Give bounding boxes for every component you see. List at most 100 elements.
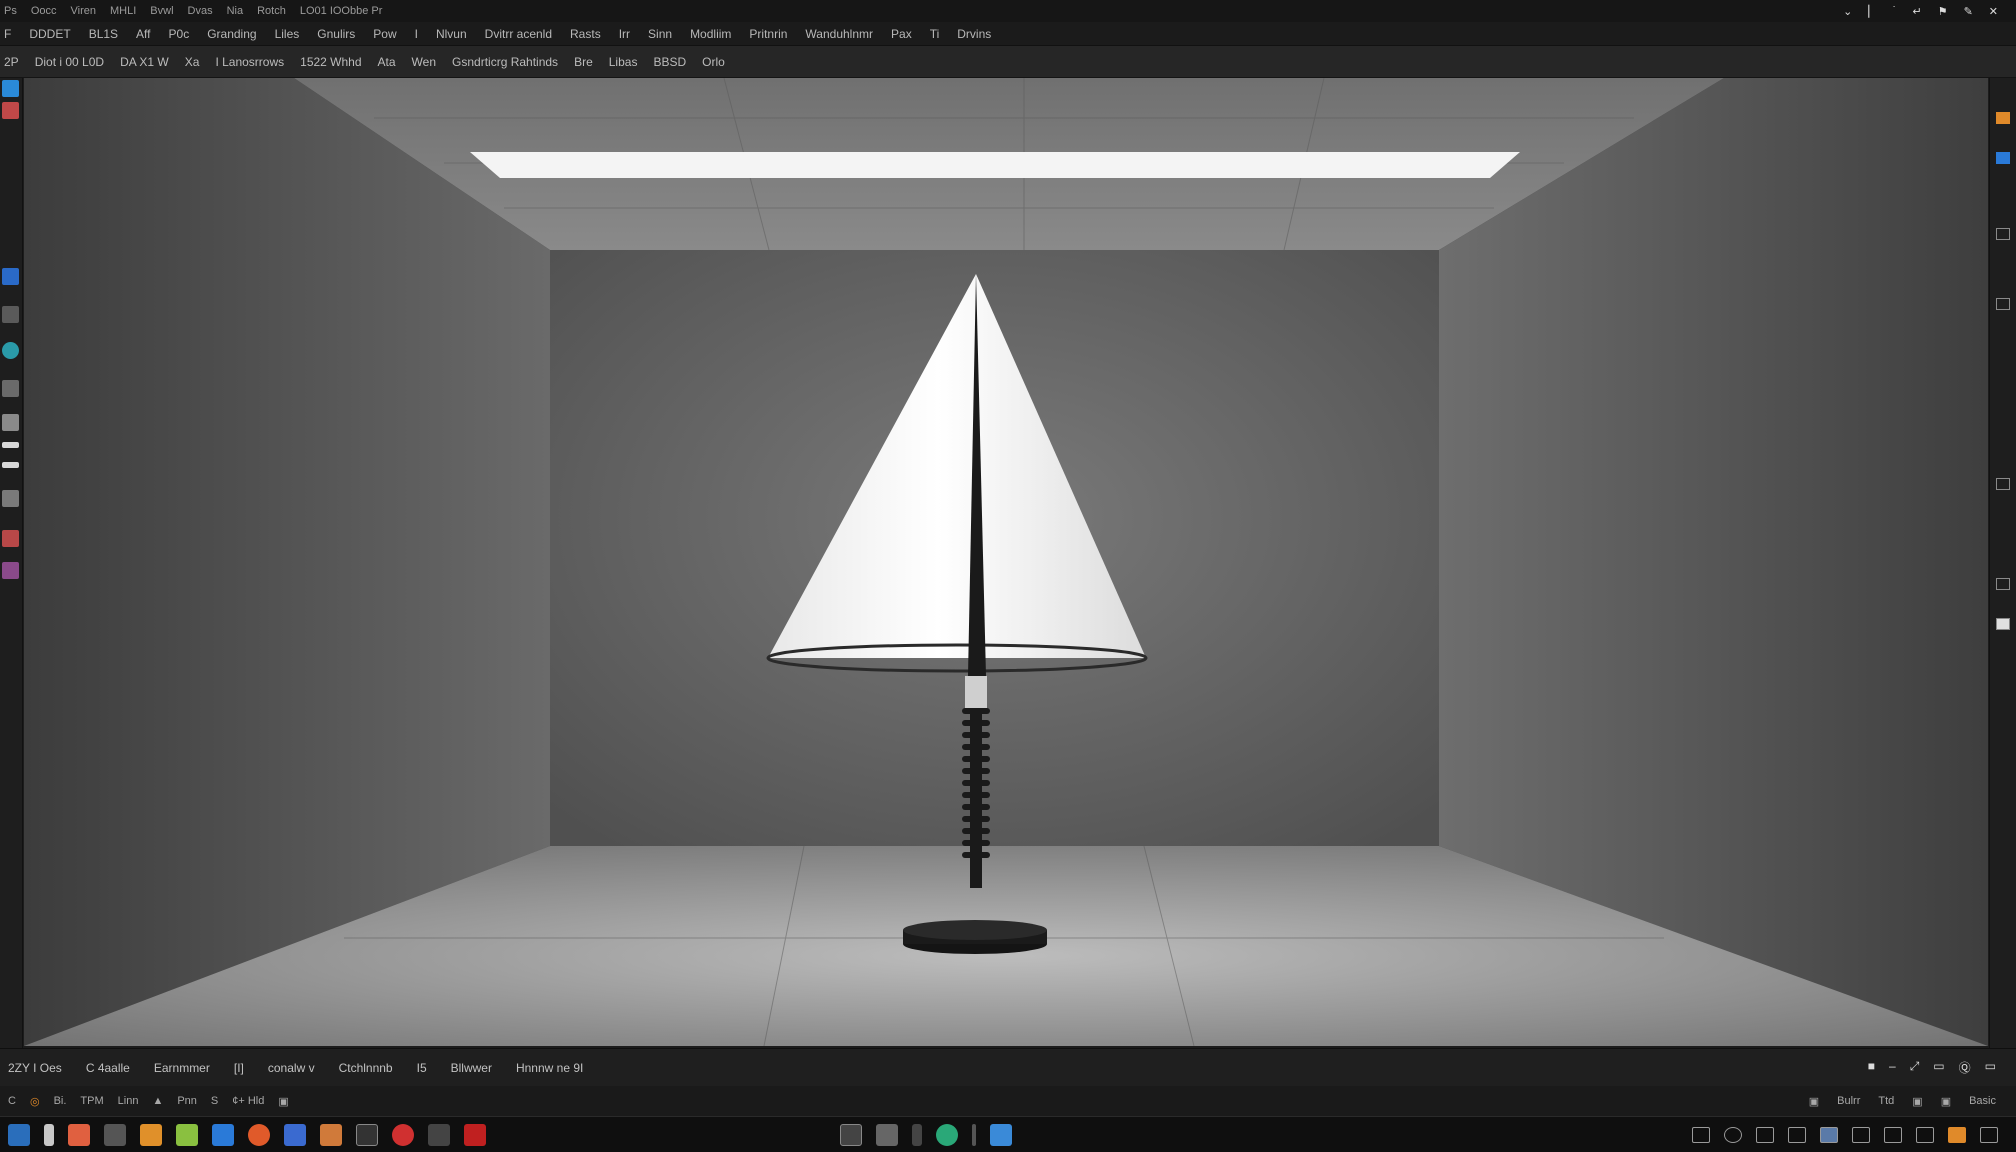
share-icon[interactable]: ✎ xyxy=(1964,5,1973,18)
option-item[interactable]: Xa xyxy=(185,55,200,69)
hand-tool-icon[interactable] xyxy=(2,530,19,547)
menu-item[interactable]: Pax xyxy=(891,27,912,41)
menu-item[interactable]: Pow xyxy=(373,27,396,41)
record-icon[interactable]: ◎ xyxy=(30,1095,40,1108)
table-icon[interactable] xyxy=(1756,1126,1774,1143)
menu-item[interactable]: Gnulirs xyxy=(317,27,355,41)
pdf-icon[interactable] xyxy=(464,1123,486,1146)
files-icon[interactable] xyxy=(320,1123,342,1146)
chevron-left-icon[interactable] xyxy=(1660,1127,1678,1143)
timeline-item[interactable]: Ttd xyxy=(1878,1095,1894,1108)
menu-item[interactable]: Ti xyxy=(930,27,940,41)
display-icon[interactable] xyxy=(1820,1126,1838,1143)
crop-tool-icon[interactable] xyxy=(2,306,19,323)
cloud-icon[interactable] xyxy=(990,1123,1012,1146)
fit-screen-icon[interactable]: ⤢ xyxy=(1910,1059,1920,1076)
pin-icon[interactable]: ⚑ xyxy=(1938,5,1948,18)
menu-item[interactable]: Aff xyxy=(136,27,150,41)
search-icon[interactable]: Ⓠ xyxy=(1959,1059,1971,1076)
color-swatch-icon[interactable] xyxy=(1996,112,2010,124)
move-tool-icon[interactable] xyxy=(2,80,19,97)
timeline-item[interactable]: TPM xyxy=(80,1095,103,1107)
play-icon[interactable]: ▲ xyxy=(152,1095,163,1107)
grid-icon[interactable] xyxy=(428,1123,450,1146)
menu-item[interactable]: Liles xyxy=(275,27,300,41)
menu-item[interactable]: DDDET xyxy=(29,27,70,41)
browser-icon[interactable] xyxy=(248,1123,270,1146)
restore-icon[interactable]: ▏ xyxy=(1868,5,1876,18)
menu-item[interactable]: Wanduhlnmr xyxy=(805,27,873,41)
fullscreen-icon[interactable]: ↵ xyxy=(1912,5,1921,18)
screen-icon[interactable] xyxy=(1788,1126,1806,1143)
mail-icon[interactable] xyxy=(212,1123,234,1146)
properties-icon[interactable] xyxy=(1996,478,2010,490)
timeline-item[interactable]: Bi. xyxy=(54,1095,67,1107)
timeline-item[interactable]: S xyxy=(211,1095,218,1107)
stop-icon[interactable]: ■ xyxy=(1868,1059,1875,1076)
close-icon[interactable]: ✕ xyxy=(1989,5,1998,18)
viewer-icon[interactable] xyxy=(104,1123,126,1146)
timeline-item[interactable]: ¢+ Hld xyxy=(232,1095,264,1107)
option-item[interactable]: DA X1 W xyxy=(120,55,169,69)
pen-icon[interactable] xyxy=(876,1123,898,1146)
image-icon[interactable]: ▣ xyxy=(1912,1095,1922,1108)
refresh-icon[interactable]: C xyxy=(8,1095,16,1107)
timeline-item[interactable]: Pnn xyxy=(177,1095,197,1107)
bin-icon[interactable] xyxy=(912,1123,922,1146)
option-item[interactable]: Gsndrticrg Rahtinds xyxy=(452,55,558,69)
folder-icon[interactable] xyxy=(140,1123,162,1146)
menu-item[interactable]: P0c xyxy=(169,27,190,41)
volume-icon[interactable] xyxy=(1980,1126,1998,1143)
paths-icon[interactable] xyxy=(1996,298,2010,310)
workspace-label[interactable]: Basic xyxy=(1969,1095,1996,1108)
adjustments-icon[interactable] xyxy=(1996,578,2010,590)
marquee-tool-icon[interactable] xyxy=(2,102,19,119)
flash-icon[interactable] xyxy=(44,1123,54,1146)
option-item[interactable]: Wen xyxy=(412,55,436,69)
type-tool-icon[interactable] xyxy=(2,462,19,468)
menu-item[interactable]: Granding xyxy=(207,27,256,41)
maximize-icon[interactable]: ˙ xyxy=(1893,5,1897,18)
menu-item[interactable]: Irr xyxy=(619,27,630,41)
document-canvas[interactable] xyxy=(24,78,1988,1046)
link-icon[interactable] xyxy=(1692,1126,1710,1143)
menu-item[interactable]: F xyxy=(4,27,11,41)
layer-icon[interactable]: ▣ xyxy=(1809,1095,1819,1108)
opera-icon[interactable] xyxy=(392,1123,414,1146)
battery-icon[interactable] xyxy=(1948,1126,1966,1143)
option-item[interactable]: Ata xyxy=(378,55,396,69)
photoshop-icon[interactable] xyxy=(8,1123,30,1146)
frame-icon[interactable]: ▭ xyxy=(1933,1059,1944,1076)
menu-item[interactable]: Rasts xyxy=(570,27,601,41)
minimize-icon[interactable]: ⌄ xyxy=(1843,5,1852,18)
stamp-tool-icon[interactable] xyxy=(2,380,19,397)
option-item[interactable]: I Lanosrrows xyxy=(215,55,284,69)
zoom-tool-icon[interactable] xyxy=(2,562,19,579)
option-item[interactable]: 2P xyxy=(4,55,19,69)
option-item[interactable]: Orlo xyxy=(702,55,725,69)
channels-icon[interactable] xyxy=(1996,228,2010,240)
menu-item[interactable]: BL1S xyxy=(89,27,118,41)
notes-icon[interactable] xyxy=(176,1123,198,1146)
circle-icon[interactable] xyxy=(1724,1126,1742,1143)
brush-icon[interactable] xyxy=(1916,1126,1934,1143)
panel-icon[interactable]: ▣ xyxy=(1941,1095,1951,1108)
history-icon[interactable] xyxy=(1996,618,2010,630)
menu-item[interactable]: Pritnrin xyxy=(749,27,787,41)
document-icon[interactable] xyxy=(68,1123,90,1146)
option-item[interactable]: BBSD xyxy=(653,55,686,69)
option-item[interactable]: 1522 Whhd xyxy=(300,55,361,69)
network-icon[interactable] xyxy=(1884,1126,1902,1143)
menu-item[interactable]: Sinn xyxy=(648,27,672,41)
menu-item[interactable]: Modliim xyxy=(690,27,731,41)
option-item[interactable]: Diot i 00 L0D xyxy=(35,55,104,69)
up-arrow-icon[interactable] xyxy=(840,1123,862,1146)
menu-item[interactable]: I xyxy=(415,27,418,41)
menu-item[interactable]: Dvitrr acenld xyxy=(485,27,552,41)
menu-item[interactable]: Drvins xyxy=(957,27,991,41)
shape-tool-icon[interactable] xyxy=(2,490,19,507)
brush-tool-icon[interactable] xyxy=(2,342,19,359)
timeline-item[interactable]: Bulrr xyxy=(1837,1095,1860,1108)
option-item[interactable]: Bre xyxy=(574,55,593,69)
gradient-tool-icon[interactable] xyxy=(2,442,19,448)
